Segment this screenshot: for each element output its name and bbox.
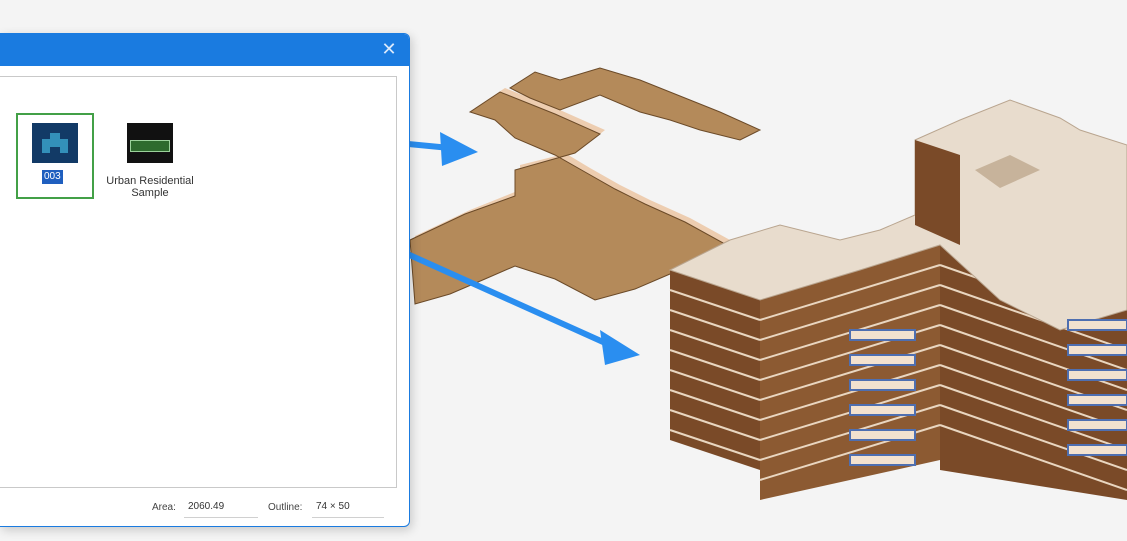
dialog-statusbar: Area: 2060.49 Outline: 74 × 50 — [0, 488, 409, 526]
building-thumbnail-003 — [32, 123, 78, 163]
building-list: 003 Urban Residential Sample — [0, 76, 397, 488]
outline-value: 74 × 50 — [312, 496, 384, 518]
close-icon[interactable]: ✕ — [377, 38, 401, 62]
list-item-003[interactable]: 003 — [16, 113, 94, 199]
area-label: Area: — [152, 502, 176, 513]
dialog-titlebar: ✕ — [0, 34, 409, 66]
list-item-label: 003 — [42, 170, 63, 184]
building-picker-dialog: ✕ 003 Urban Residential Sample Area: 206… — [0, 33, 410, 527]
thumbnail-logo — [130, 140, 170, 152]
area-value: 2060.49 — [184, 496, 258, 518]
list-item-urban-residential[interactable]: Urban Residential Sample — [98, 123, 202, 203]
outline-label: Outline: — [268, 502, 303, 513]
building — [668, 99, 1127, 500]
list-item-label: Urban Residential Sample — [106, 175, 194, 199]
